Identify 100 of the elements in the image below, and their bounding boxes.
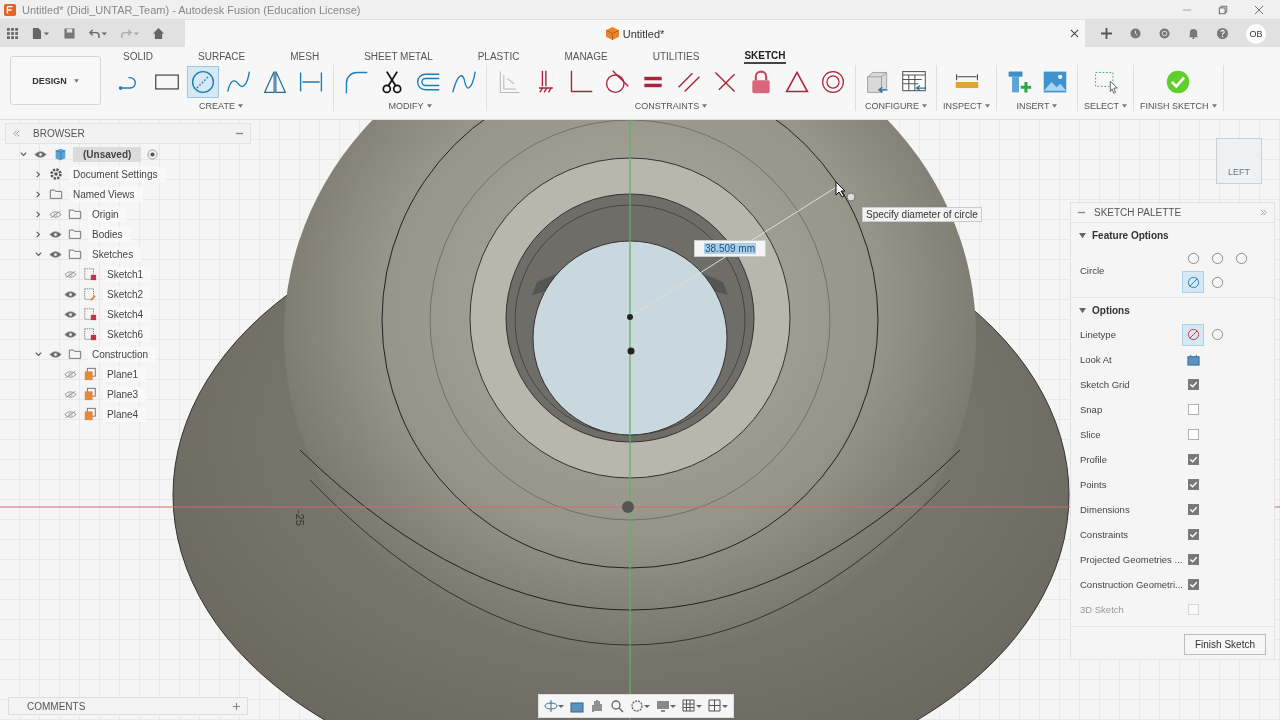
display-icon[interactable] (656, 699, 676, 713)
option-label: Linetype (1080, 329, 1117, 340)
dimension-value: 38.509 mm (704, 243, 756, 254)
group-menu[interactable]: CONSTRAINTS (634, 101, 708, 111)
perpendicular-icon (568, 69, 594, 95)
zoom-icon[interactable] (610, 699, 624, 713)
chevron-icon[interactable] (34, 229, 43, 239)
caret-icon (426, 104, 432, 108)
sketch-points-icon (627, 314, 635, 355)
undo-icon[interactable] (89, 28, 107, 39)
eye-icon[interactable] (49, 229, 62, 239)
circle-option-icon (1186, 251, 1200, 265)
ribbon-tab[interactable]: PLASTIC (477, 50, 520, 62)
checkbox[interactable] (1188, 379, 1199, 390)
sketch-locked-icon (83, 267, 97, 281)
selected-option-button[interactable] (1182, 323, 1204, 346)
close-icon[interactable] (1254, 4, 1264, 15)
browser-title: BROWSER (33, 128, 85, 139)
group-menu[interactable]: CREATE (199, 101, 243, 111)
chevron-icon[interactable] (34, 249, 43, 259)
ribbon-tab[interactable]: MESH (290, 50, 320, 62)
group-menu[interactable]: MODIFY (388, 101, 432, 111)
history-icon[interactable] (1159, 28, 1170, 39)
home-icon[interactable] (153, 28, 164, 39)
collapse-icon[interactable] (12, 129, 21, 138)
plane-icon (83, 407, 97, 421)
checkbox[interactable] (1188, 504, 1199, 515)
notification-icon[interactable] (1188, 28, 1199, 39)
selected-option-button[interactable] (1182, 271, 1204, 293)
checkbox[interactable] (1188, 454, 1199, 465)
chevron-icon[interactable] (34, 349, 43, 359)
cube-icon (605, 27, 619, 40)
section-toggle-icon[interactable] (1079, 306, 1086, 314)
circle-option-icon (1210, 275, 1224, 289)
cursor-icon (835, 181, 856, 202)
folder-icon (68, 247, 82, 261)
group-menu[interactable]: FINISH SKETCH (1140, 101, 1217, 111)
look-at-icon[interactable] (570, 699, 584, 713)
eye-icon[interactable] (34, 149, 47, 159)
apps-grid-icon[interactable] (7, 28, 18, 39)
chevron-icon[interactable] (34, 189, 43, 199)
hidden-eye-icon[interactable] (49, 209, 62, 219)
hidden-eye-icon[interactable] (64, 409, 77, 419)
workspace-button[interactable]: DESIGN (10, 56, 101, 105)
circle-icon (190, 69, 216, 95)
expand-icon[interactable] (1259, 208, 1268, 217)
close-icon[interactable] (1070, 29, 1079, 38)
group-menu[interactable]: CONFIGURE (865, 101, 927, 111)
ribbon-tab[interactable]: SOLID (123, 50, 153, 62)
hidden-eye-icon[interactable] (64, 269, 77, 279)
checkbox[interactable] (1188, 429, 1199, 440)
group-menu[interactable]: INSERT (1016, 101, 1058, 111)
help-icon[interactable] (1217, 28, 1228, 39)
checkbox[interactable] (1188, 529, 1199, 540)
group-menu[interactable]: INSPECT (943, 101, 990, 111)
component-icon (53, 147, 67, 161)
dimension-input[interactable]: 38.509 mm (694, 240, 766, 257)
circle-option-icon (1186, 275, 1200, 289)
grid-icon[interactable] (682, 699, 702, 713)
eye-icon[interactable] (64, 329, 77, 339)
viewports-icon[interactable] (708, 699, 728, 713)
eye-icon[interactable] (64, 289, 77, 299)
clock-icon[interactable] (1130, 28, 1141, 39)
caret-icon (1211, 104, 1217, 108)
eye-icon[interactable] (64, 309, 77, 319)
checkbox[interactable] (1188, 579, 1199, 590)
chevron-icon[interactable] (34, 169, 43, 179)
plus-icon[interactable] (1101, 28, 1112, 39)
save-icon[interactable] (64, 28, 75, 39)
file-icon[interactable] (32, 28, 50, 39)
axis-label: -25 (293, 510, 306, 526)
hidden-eye-icon[interactable] (64, 369, 77, 379)
eye-icon[interactable] (49, 249, 62, 259)
hidden-eye-icon[interactable] (64, 389, 77, 399)
group-menu[interactable]: SELECT (1084, 101, 1128, 111)
plane-icon (83, 367, 97, 381)
selected-tool-button[interactable] (187, 66, 219, 98)
finish-sketch-button[interactable]: Finish Sketch (1183, 634, 1266, 655)
fit-icon[interactable] (630, 699, 650, 713)
restore-icon[interactable] (1218, 4, 1228, 15)
user-avatar[interactable]: OB (1246, 23, 1266, 44)
radio-icon[interactable] (147, 148, 159, 160)
chevron-icon[interactable] (34, 209, 43, 219)
section-toggle-icon[interactable] (1079, 231, 1086, 239)
checkbox[interactable] (1188, 554, 1199, 565)
ribbon-tab[interactable]: MANAGE (564, 50, 608, 62)
view-cube[interactable]: LEFT (1216, 138, 1262, 184)
checkbox[interactable] (1188, 479, 1199, 490)
plus-icon[interactable] (232, 701, 241, 711)
eye-icon[interactable] (49, 349, 62, 359)
look-at-icon[interactable] (1187, 353, 1200, 366)
ribbon-tab[interactable]: UTILITIES (652, 50, 700, 62)
ribbon-tab[interactable]: SHEET METAL (364, 50, 433, 62)
chevron-icon[interactable] (19, 149, 28, 159)
ribbon-tab[interactable]: SKETCH (744, 48, 786, 64)
ribbon-tab[interactable]: SURFACE (198, 50, 246, 62)
orbit-icon[interactable] (544, 699, 564, 713)
checkbox[interactable] (1188, 404, 1199, 415)
option-label: Look At (1080, 354, 1113, 365)
pan-icon[interactable] (590, 699, 604, 713)
